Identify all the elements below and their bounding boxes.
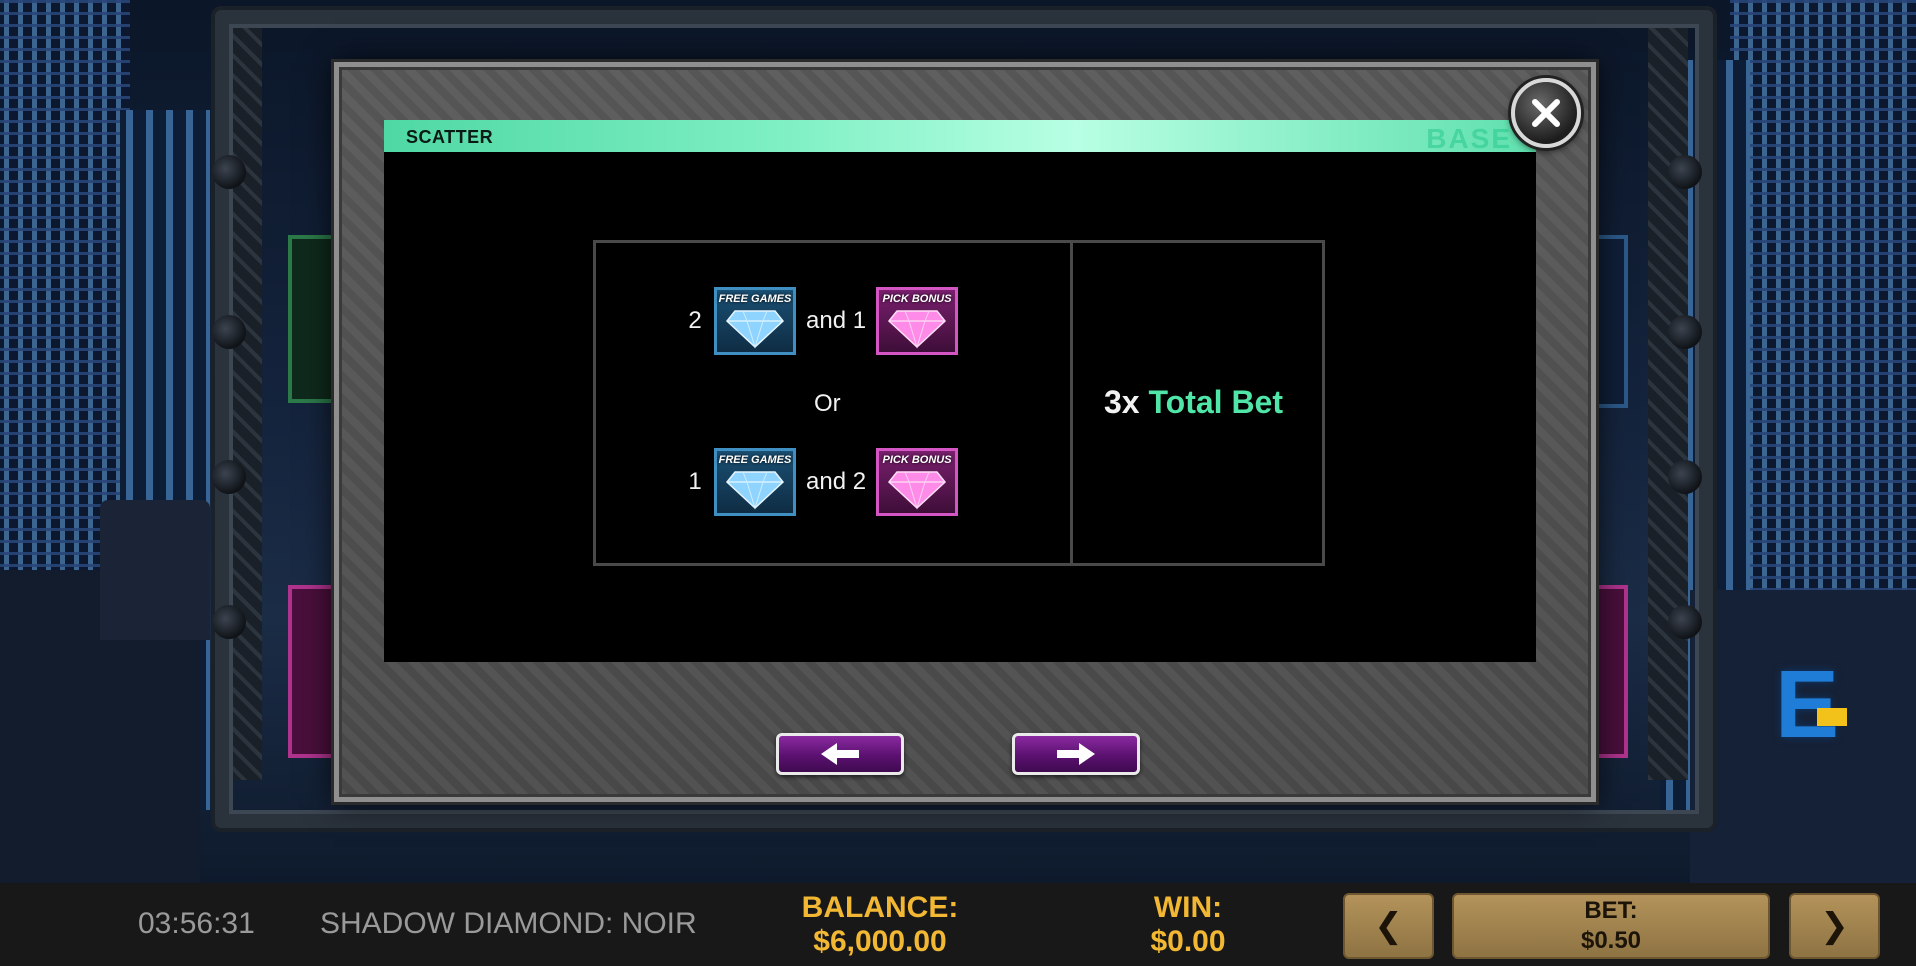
combo-count: 2 (688, 307, 702, 334)
symbol-label: PICK BONUS (882, 293, 952, 305)
diamond-icon (725, 310, 785, 349)
frame-bolt (1668, 315, 1702, 349)
game-name: SHADOW DIAMOND: NOIR (320, 907, 697, 940)
diamond-icon (888, 471, 947, 510)
frame-bolt (1668, 155, 1702, 189)
balance-display: BALANCE: $6,000.00 (780, 891, 980, 959)
table-divider (1070, 243, 1073, 563)
free-games-symbol: FREE GAMES (714, 448, 796, 516)
frame-bolt (1668, 460, 1702, 494)
arrow-left-icon (821, 743, 859, 765)
bet-display[interactable]: BET: $0.50 (1452, 893, 1770, 959)
bet-decrease-button[interactable]: ❮ (1343, 893, 1434, 959)
diamond-icon (725, 471, 785, 510)
balance-value: $6,000.00 (813, 925, 947, 958)
water-tower (100, 500, 210, 640)
bet-increase-button[interactable]: ❯ (1789, 893, 1880, 959)
previous-page-button[interactable] (776, 733, 904, 775)
symbol-label: PICK BONUS (882, 454, 952, 466)
win-value: $0.00 (1150, 925, 1226, 958)
combo-row-1: 2 FREE GAMES and 1 PICK BONUS (682, 287, 959, 355)
bottom-status-bar: 03:56:31 SHADOW DIAMOND: NOIR BALANCE: $… (0, 883, 1916, 966)
panel-mode-tag: BASE (1426, 123, 1512, 154)
frame-bolt (212, 155, 246, 189)
pick-bonus-symbol: PICK BONUS (876, 448, 959, 516)
frame-bolt (1668, 605, 1702, 639)
balance-label: BALANCE: (801, 891, 959, 924)
panel-title: SCATTER (406, 127, 494, 147)
payout-multiplier: 3x (1104, 384, 1140, 420)
and-text: and 2 (806, 468, 867, 495)
close-icon (1532, 99, 1560, 127)
panel-header: SCATTER BASE (384, 120, 1536, 154)
frame-bolt (212, 605, 246, 639)
next-page-button[interactable] (1012, 733, 1140, 775)
pick-bonus-symbol: PICK BONUS (876, 287, 959, 355)
combo-count: 1 (688, 468, 702, 495)
or-text: Or (814, 390, 841, 417)
frame-bolt (212, 315, 246, 349)
win-label: WIN: (1153, 891, 1223, 924)
scatter-payout: 3x Total Bet (1104, 384, 1283, 421)
chevron-right-icon: ❯ (1820, 906, 1849, 946)
and-text: and 1 (806, 307, 867, 334)
free-games-symbol: FREE GAMES (714, 287, 796, 355)
frame-bolt (212, 460, 246, 494)
payout-label: Total Bet (1148, 384, 1283, 420)
bet-value: $0.50 (1580, 927, 1642, 954)
neon-sign: E (1775, 650, 1847, 760)
win-display: WIN: $0.00 (1118, 891, 1258, 959)
arrow-right-icon (1057, 743, 1095, 765)
chevron-left-icon: ❮ (1374, 906, 1403, 946)
close-button[interactable] (1511, 78, 1581, 148)
symbol-label: FREE GAMES (718, 293, 792, 305)
symbol-label: FREE GAMES (718, 454, 792, 466)
diamond-icon (888, 310, 947, 349)
clock: 03:56:31 (138, 907, 255, 940)
combo-row-2: 1 FREE GAMES and 2 PICK BONUS (682, 448, 959, 516)
bet-label: BET: (1584, 897, 1638, 924)
